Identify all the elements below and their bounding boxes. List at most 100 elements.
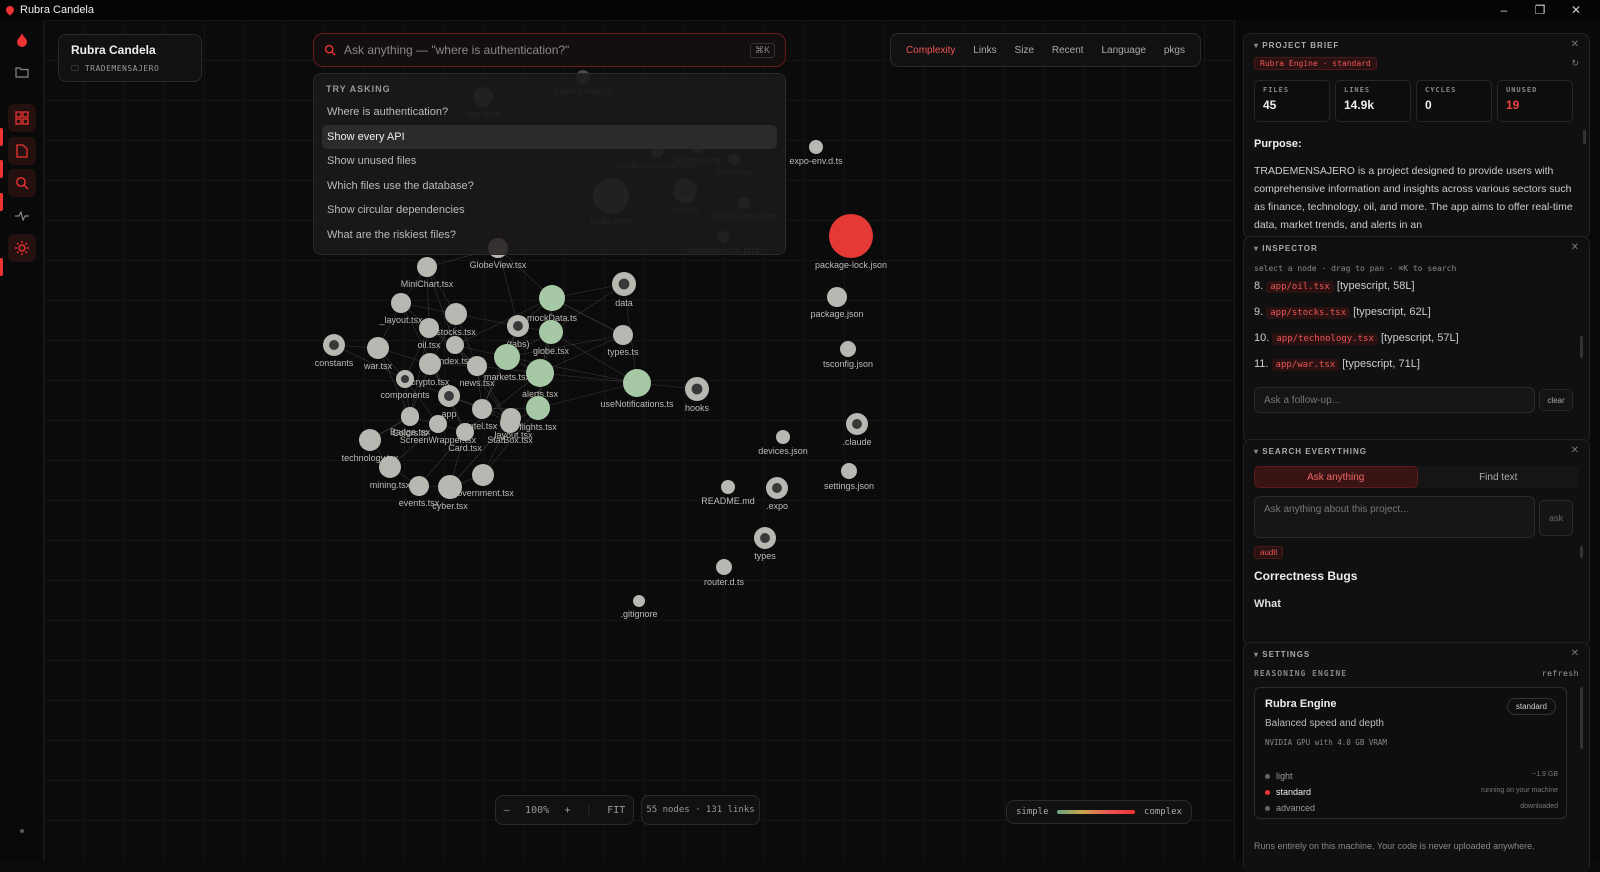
file-node[interactable]	[445, 303, 467, 325]
search-icon[interactable]	[8, 169, 36, 197]
engine-option-light[interactable]: light ~1.9 GB	[1265, 771, 1558, 781]
graph-node[interactable]: devices.json	[758, 430, 808, 456]
file-node[interactable]	[633, 595, 645, 607]
refresh-icon[interactable]: ↻	[1571, 58, 1579, 69]
file-icon[interactable]	[8, 137, 36, 165]
file-node[interactable]	[840, 341, 856, 357]
suggestion-item[interactable]: Show circular dependencies	[322, 198, 777, 223]
zoom-out-button[interactable]: –	[504, 805, 510, 816]
refresh-link[interactable]: refresh	[1542, 669, 1579, 678]
panel-title[interactable]: INSPECTOR	[1254, 244, 1318, 253]
row-path[interactable]: app/war.tsx	[1271, 359, 1340, 371]
graph-node[interactable]: expo-env.d.ts	[789, 140, 843, 166]
panel-title[interactable]: SETTINGS	[1254, 650, 1310, 659]
engine-card[interactable]: Rubra Engine standard Balanced speed and…	[1254, 687, 1567, 819]
graph-node[interactable]: war.tsx	[363, 337, 393, 371]
graph-node[interactable]: package-lock.json	[815, 214, 887, 270]
file-node[interactable]	[829, 214, 873, 258]
file-node[interactable]	[379, 456, 401, 478]
close-icon[interactable]: ✕	[1571, 445, 1579, 456]
graph-node[interactable]: package.json	[810, 287, 864, 319]
graph-node[interactable]: settings.json	[824, 463, 874, 491]
graph-node[interactable]: .gitignore	[620, 595, 658, 619]
file-node[interactable]	[446, 336, 464, 354]
ask-input[interactable]: Ask anything about this project...	[1254, 496, 1535, 538]
file-node[interactable]	[409, 476, 429, 496]
scrollbar[interactable]	[1580, 336, 1583, 358]
file-node[interactable]	[438, 475, 462, 499]
graph-node[interactable]: _layout.tsx	[378, 293, 423, 325]
panel-title[interactable]: PROJECT BRIEF	[1254, 41, 1339, 50]
file-node[interactable]	[623, 369, 651, 397]
file-node[interactable]	[419, 318, 439, 338]
graph-node[interactable]: index.tsx	[437, 336, 473, 366]
graph-node[interactable]: README.md	[701, 480, 755, 506]
file-node[interactable]	[841, 463, 857, 479]
clear-button[interactable]: clear	[1539, 389, 1573, 411]
gear-icon[interactable]	[8, 234, 36, 262]
graph-node[interactable]: useNotifications.ts	[600, 369, 674, 409]
fit-button[interactable]: FIT	[607, 805, 625, 816]
close-icon[interactable]: ✕	[1571, 242, 1579, 253]
row-path[interactable]: app/stocks.tsx	[1266, 307, 1351, 319]
zoom-in-button[interactable]: +	[564, 805, 570, 816]
sort-language[interactable]: Language	[1101, 45, 1146, 56]
row-path[interactable]: app/technology.tsx	[1272, 333, 1378, 345]
tab-find-text[interactable]: Find text	[1418, 466, 1580, 488]
tab-ask-anything[interactable]: Ask anything	[1254, 466, 1418, 488]
suggestion-item[interactable]: What are the riskiest files?	[322, 223, 777, 248]
engine-option-advanced[interactable]: advanced downloaded	[1265, 803, 1558, 813]
graph-node[interactable]: router.d.ts	[704, 559, 745, 587]
file-node[interactable]	[472, 399, 492, 419]
file-node[interactable]	[613, 325, 633, 345]
restore-button[interactable]: ❐	[1522, 0, 1558, 20]
graph-node[interactable]: markets.tsx	[484, 344, 531, 382]
inspector-row[interactable]: 9. app/stocks.tsx [typescript, 62L]	[1254, 306, 1431, 319]
graph-node[interactable]: government.tsx	[452, 464, 514, 498]
file-node[interactable]	[472, 464, 494, 486]
file-node[interactable]	[827, 287, 847, 307]
file-node[interactable]	[539, 285, 565, 311]
sort-complexity[interactable]: Complexity	[906, 45, 955, 56]
ask-button[interactable]: ask	[1539, 500, 1573, 536]
suggestion-item[interactable]: Which files use the database?	[322, 174, 777, 199]
file-node[interactable]	[494, 344, 520, 370]
grid-icon[interactable]	[8, 104, 36, 132]
sort-recent[interactable]: Recent	[1052, 45, 1084, 56]
suggestion-item[interactable]: Show unused files	[322, 149, 777, 174]
file-node[interactable]	[417, 257, 437, 277]
file-node[interactable]	[721, 480, 735, 494]
file-node[interactable]	[419, 353, 441, 375]
inspector-row[interactable]: 8. app/oil.tsx [typescript, 58L]	[1254, 280, 1415, 293]
search-bar[interactable]: Ask anything — "where is authentication?…	[313, 33, 786, 67]
pulse-icon[interactable]	[8, 202, 36, 230]
graph-node[interactable]: hooks	[685, 377, 710, 413]
followup-input[interactable]: Ask a follow-up...	[1254, 387, 1535, 413]
file-node[interactable]	[809, 140, 823, 154]
scrollbar[interactable]	[1583, 130, 1586, 144]
graph-node[interactable]: (tabs)	[506, 315, 530, 349]
graph-node[interactable]: stocks.tsx	[436, 303, 476, 337]
panel-title[interactable]: SEARCH EVERYTHING	[1254, 447, 1367, 456]
close-icon[interactable]: ✕	[1571, 648, 1579, 659]
search-input[interactable]: Ask anything — "where is authentication?…	[344, 43, 750, 57]
graph-canvas[interactable]: babel.config.jsapp.jsonnotification-icon…	[44, 20, 1234, 860]
graph-node[interactable]: data	[612, 272, 636, 308]
inspector-row[interactable]: 10. app/technology.tsx [typescript, 57L]	[1254, 332, 1459, 345]
engine-option-standard[interactable]: standard running on your machine	[1265, 787, 1558, 797]
graph-node[interactable]: types	[754, 527, 776, 561]
file-node[interactable]	[716, 559, 732, 575]
sort-pkgs[interactable]: pkgs	[1164, 45, 1185, 56]
close-icon[interactable]: ✕	[1571, 39, 1579, 50]
sort-size[interactable]: Size	[1015, 45, 1034, 56]
graph-node[interactable]: tsconfig.json	[823, 341, 873, 369]
graph-node[interactable]: globe.tsx	[533, 320, 570, 356]
project-card[interactable]: Rubra Candela 🗀 TRADEMENSAJERO	[58, 34, 202, 82]
file-node[interactable]	[526, 396, 550, 420]
file-node[interactable]	[429, 415, 447, 433]
file-node[interactable]	[539, 320, 563, 344]
graph-node[interactable]: flights.tsx	[519, 396, 557, 432]
graph-node[interactable]: .claude	[842, 413, 872, 447]
graph-node[interactable]: .expo	[766, 477, 788, 511]
graph-node[interactable]: constants	[315, 334, 354, 368]
